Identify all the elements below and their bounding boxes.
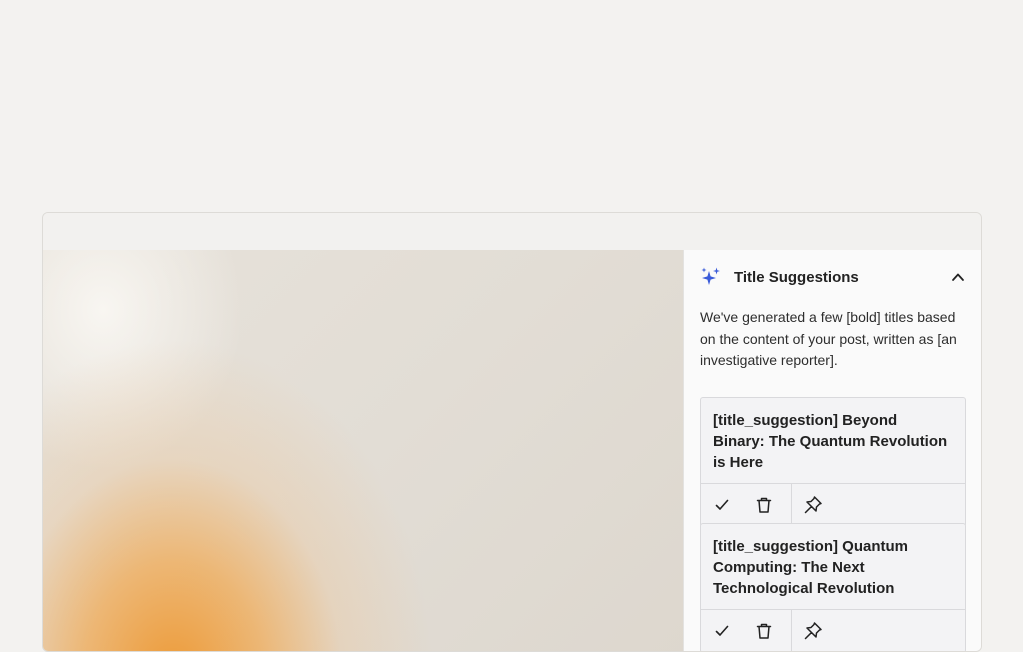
title-suggestions-panel: Title Suggestions We've generated a few … [683,250,981,651]
sparkle-icon [700,266,722,288]
suggestion-actions [701,483,965,526]
suggestion-card: [title_suggestion] Quantum Computing: Th… [700,523,966,651]
panel-header: Title Suggestions [700,264,968,290]
panel-description: We've generated a few [bold] titles base… [700,309,957,368]
window-toolbar [43,213,981,251]
pin-icon[interactable] [792,484,834,526]
suggestion-text[interactable]: [title_suggestion] Quantum Computing: Th… [701,524,965,609]
trash-icon[interactable] [743,610,785,651]
cover-image [43,250,683,651]
check-icon[interactable] [701,484,743,526]
panel-title: Title Suggestions [734,268,859,286]
pin-icon[interactable] [792,610,834,651]
suggestion-text[interactable]: [title_suggestion] Beyond Binary: The Qu… [701,398,965,483]
suggestion-card: [title_suggestion] Beyond Binary: The Qu… [700,397,966,527]
editor-window: Title Suggestions We've generated a few … [42,212,982,652]
check-icon[interactable] [701,610,743,651]
chevron-up-icon[interactable] [948,267,968,287]
suggestion-actions [701,609,965,651]
trash-icon[interactable] [743,484,785,526]
